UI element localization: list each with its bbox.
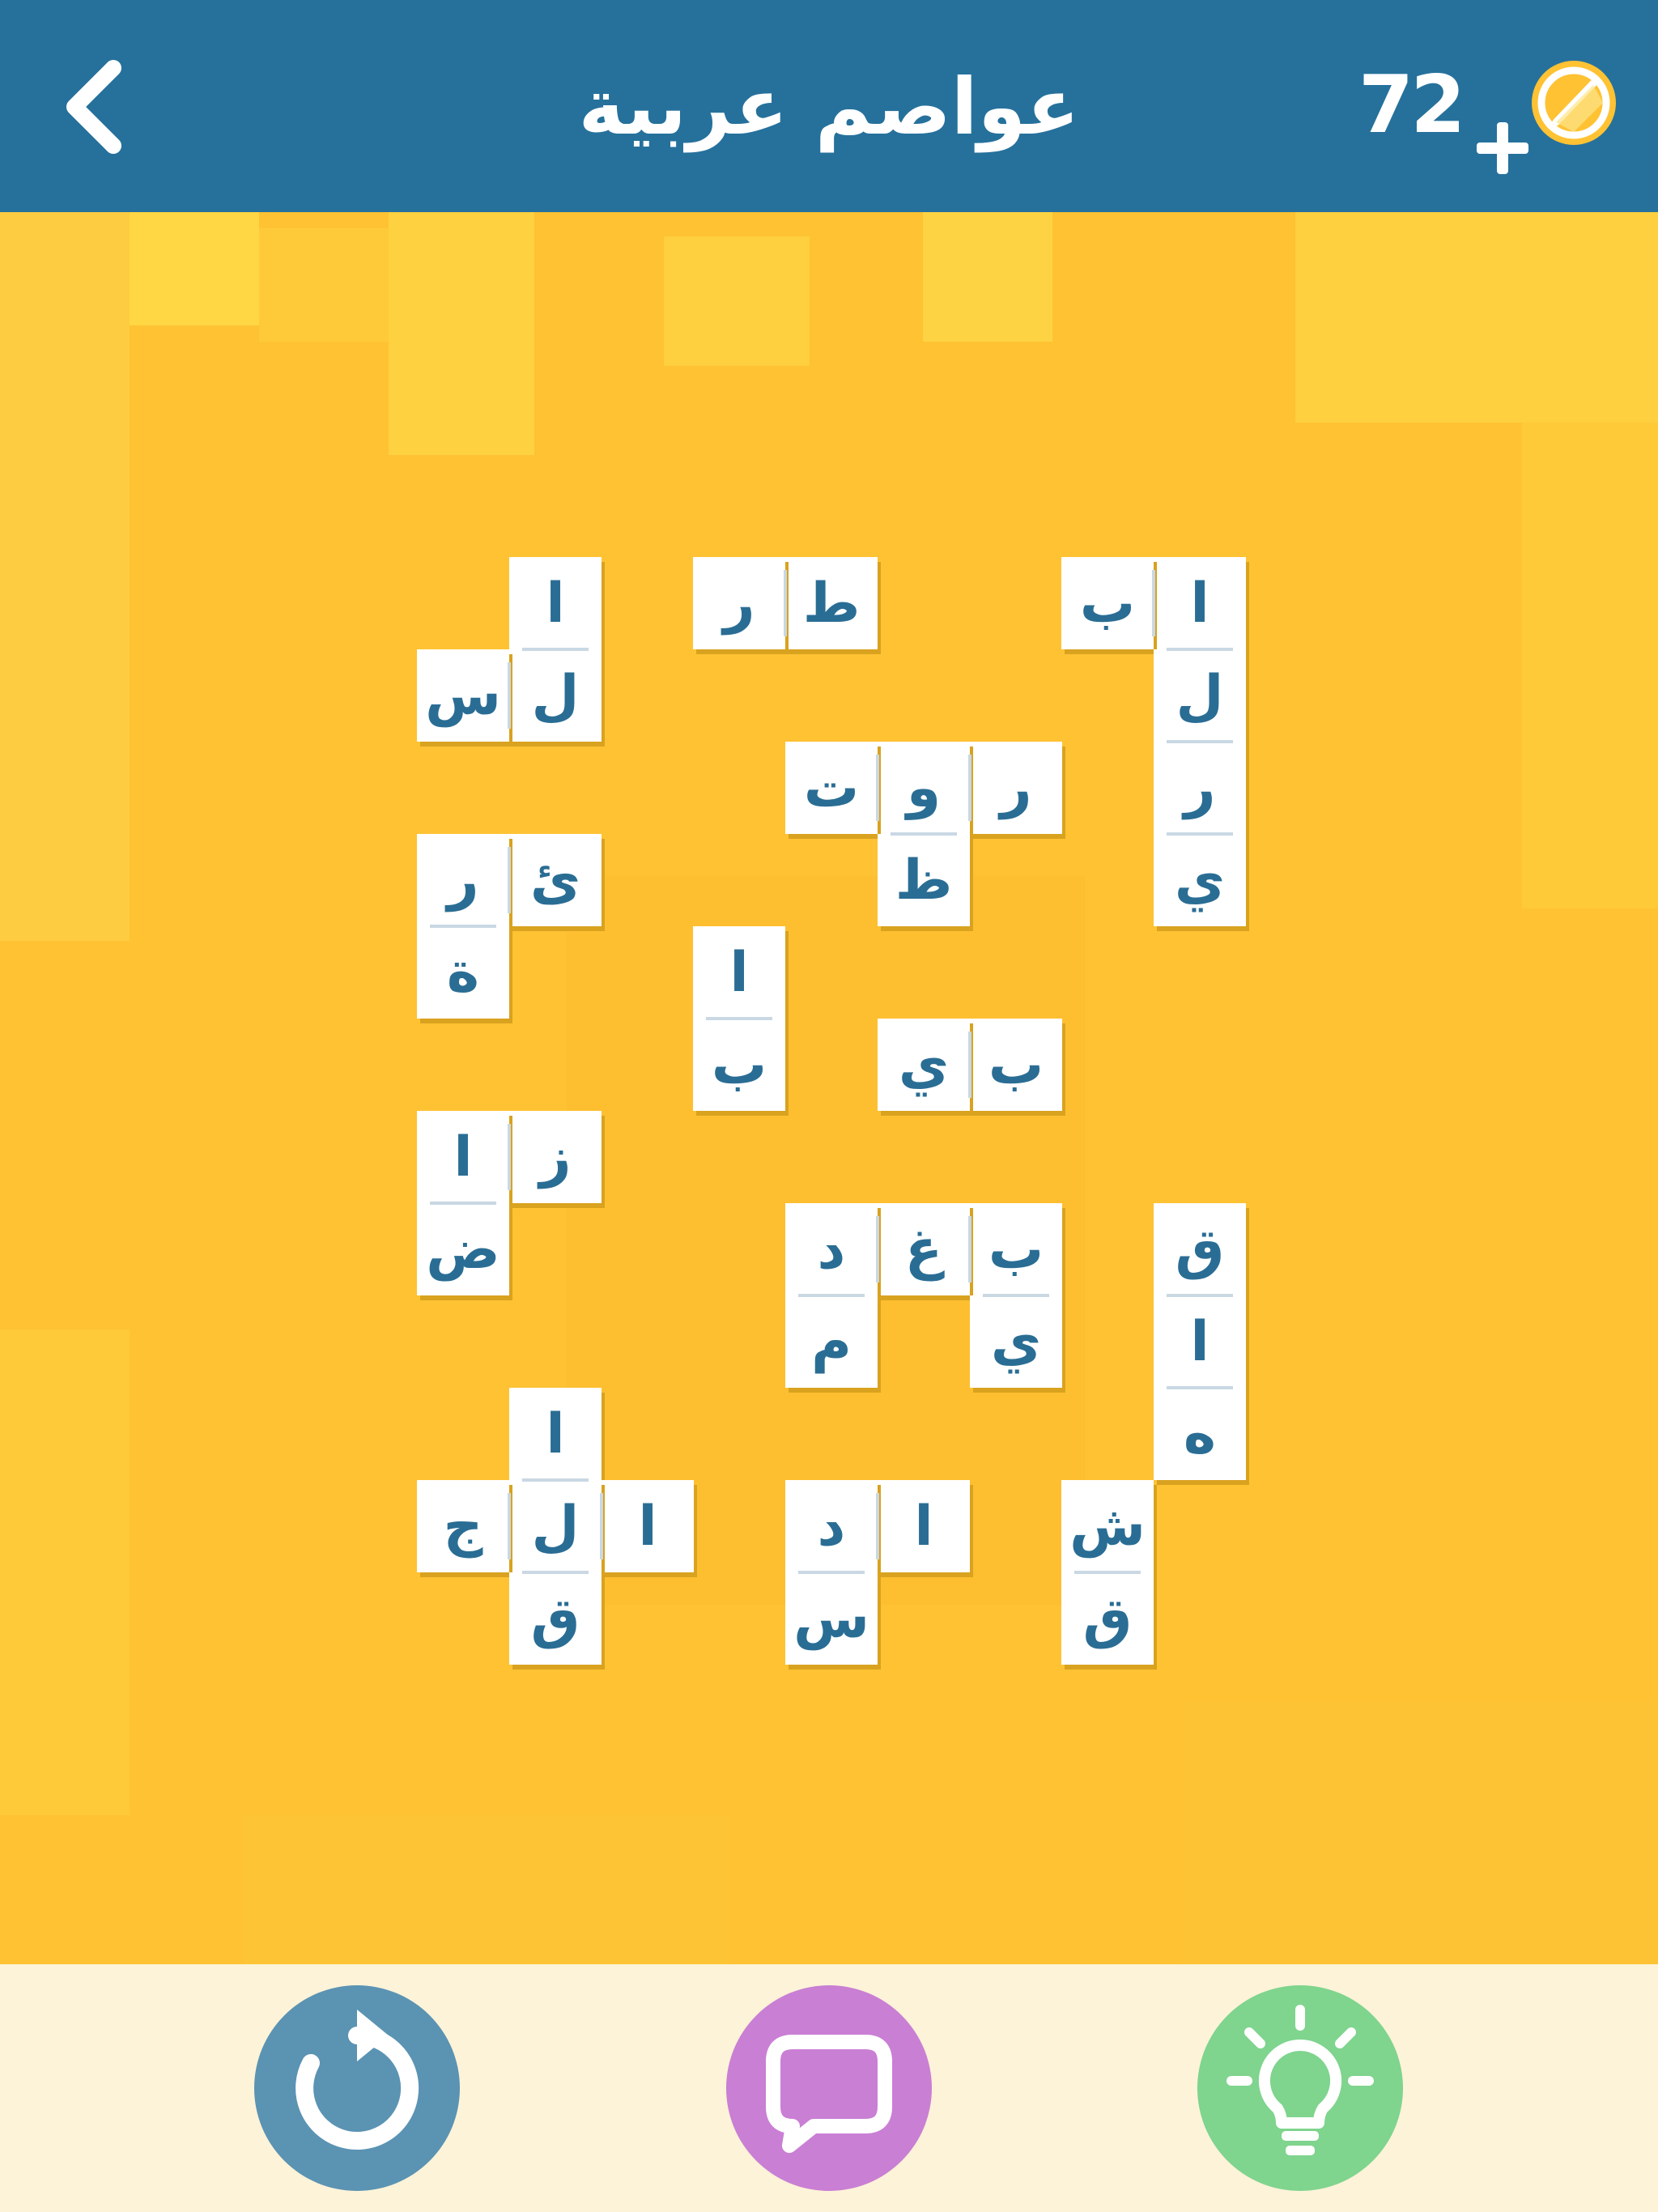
chat-button[interactable] [726,1985,932,2191]
level-title: عواصم عربية [578,62,1080,152]
game-board: ا ل س ط ر ا ب ل ر ي ر و ت ظ ئ ر ة ا ب ب … [0,212,1658,1964]
letter-tile[interactable]: غ [878,1203,970,1295]
letter-tile[interactable]: ض [417,1203,509,1295]
letter-tile[interactable]: ا [878,1480,970,1572]
letter-tile[interactable]: ل [509,649,602,742]
letter-tile[interactable]: د [785,1480,878,1572]
letter-tile[interactable]: ق [1061,1572,1154,1665]
back-button[interactable] [50,50,139,164]
letter-tile[interactable]: ب [1061,557,1154,649]
letter-tile[interactable]: س [785,1572,878,1665]
hint-button[interactable] [1197,1985,1403,2191]
letter-tile[interactable]: ب [970,1019,1062,1111]
letter-tile[interactable]: س [417,649,509,742]
letter-tile[interactable]: ب [693,1019,785,1111]
letter-tile[interactable]: ق [1154,1203,1246,1295]
letter-tile[interactable]: ه [1154,1388,1246,1480]
chevron-left-icon [66,60,121,154]
letter-tile[interactable]: ي [1154,834,1246,926]
top-bar: عواصم عربية 72 [0,0,1658,212]
chat-icon [766,2035,892,2153]
letter-tile[interactable]: ر [417,834,509,926]
letter-tile[interactable]: د [785,1203,878,1295]
letter-tile[interactable]: ا [693,926,785,1019]
letter-tile[interactable]: ش [1061,1480,1154,1572]
letter-tile[interactable]: ا [509,1388,602,1480]
restart-button[interactable] [254,1985,460,2191]
letter-tile[interactable]: ج [417,1480,509,1572]
letter-tile[interactable]: ا [509,557,602,649]
coins-counter[interactable]: 72 [1358,45,1626,190]
coin-icon [1532,61,1616,145]
letter-tile[interactable]: ا [602,1480,694,1572]
letter-tile[interactable]: ة [417,926,509,1019]
letter-tile[interactable]: ق [509,1572,602,1665]
letter-tile[interactable]: ئ [509,834,602,926]
letter-tile[interactable]: ز [509,1111,602,1203]
letter-tile[interactable]: ل [1154,649,1246,742]
letter-tile[interactable]: ي [970,1295,1062,1388]
letter-tile[interactable]: ط [785,557,878,649]
letter-tile[interactable]: ل [509,1480,602,1572]
letter-tile[interactable]: ر [970,742,1062,834]
letter-tile[interactable]: ر [1154,742,1246,834]
lightbulb-icon [1226,2005,1374,2155]
letter-tile[interactable]: و [878,742,970,834]
letter-tile[interactable]: ر [693,557,785,649]
letter-tile[interactable]: ا [417,1111,509,1203]
letter-tile[interactable]: ب [970,1203,1062,1295]
letter-tile[interactable]: ت [785,742,878,834]
restart-icon [295,2010,419,2150]
letter-tile[interactable]: ي [878,1019,970,1111]
coin-count: 72 [1358,59,1465,151]
letter-tile[interactable]: م [785,1295,878,1388]
plus-icon [1477,122,1528,174]
letter-tile[interactable]: ظ [878,834,970,926]
letter-tile[interactable]: ا [1154,557,1246,649]
letter-tile[interactable]: ا [1154,1295,1246,1388]
bottom-toolbar [0,1964,1658,2212]
